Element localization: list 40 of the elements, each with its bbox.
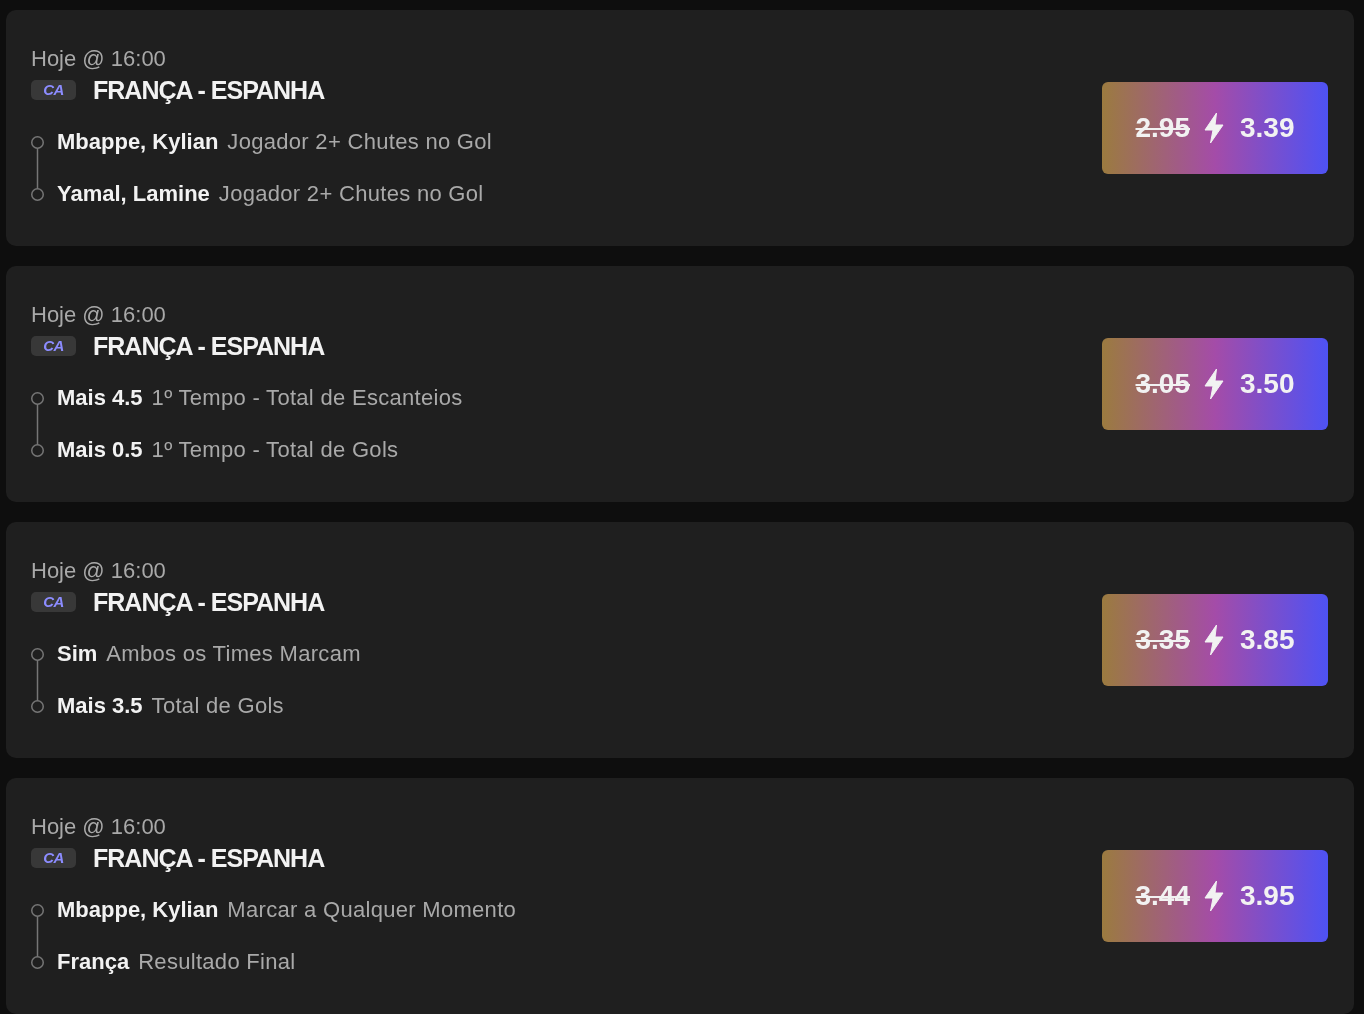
match-time: Hoje @ 16:00 bbox=[31, 47, 166, 71]
selection-text: Mais 4.5 bbox=[57, 384, 143, 412]
selection-text: França bbox=[57, 948, 130, 976]
market-text: 1º Tempo - Total de Escanteios bbox=[151, 384, 463, 412]
leg-timeline-icon bbox=[31, 135, 44, 201]
lightning-icon bbox=[1204, 113, 1224, 143]
competition-badge: CA bbox=[31, 80, 76, 100]
market-text: Jogador 2+ Chutes no Gol bbox=[227, 128, 492, 156]
selection-text: Mais 0.5 bbox=[57, 436, 143, 464]
competition-badge: CA bbox=[31, 336, 76, 356]
odds-button[interactable]: 2.95 3.39 bbox=[1102, 82, 1328, 174]
market-text: Jogador 2+ Chutes no Gol bbox=[218, 180, 484, 208]
odds-button[interactable]: 3.05 3.50 bbox=[1102, 338, 1328, 430]
selection-text: Mbappe, Kylian bbox=[57, 896, 219, 924]
leg-timeline-icon bbox=[31, 391, 44, 457]
odds-button[interactable]: 3.35 3.85 bbox=[1102, 594, 1328, 686]
selection-text: Sim bbox=[57, 640, 98, 668]
odds-button[interactable]: 3.44 3.95 bbox=[1102, 850, 1328, 942]
leg-timeline-icon bbox=[31, 903, 44, 969]
selection-text: Yamal, Lamine bbox=[57, 180, 210, 208]
market-text: Ambos os Times Marcam bbox=[106, 640, 361, 668]
match-title: FRANÇA - ESPANHA bbox=[93, 331, 325, 361]
market-text: Marcar a Qualquer Momento bbox=[227, 896, 517, 924]
market-text: Total de Gols bbox=[151, 692, 284, 720]
market-text: 1º Tempo - Total de Gols bbox=[151, 436, 399, 464]
lightning-icon bbox=[1204, 369, 1224, 399]
lightning-icon bbox=[1204, 881, 1224, 911]
market-text: Resultado Final bbox=[138, 948, 296, 976]
match-title: FRANÇA - ESPANHA bbox=[93, 843, 325, 873]
match-title: FRANÇA - ESPANHA bbox=[93, 75, 325, 105]
selection-text: Mbappe, Kylian bbox=[57, 128, 219, 156]
match-title: FRANÇA - ESPANHA bbox=[93, 587, 325, 617]
lightning-icon bbox=[1204, 625, 1224, 655]
match-time: Hoje @ 16:00 bbox=[31, 815, 166, 839]
match-time: Hoje @ 16:00 bbox=[31, 559, 166, 583]
competition-badge: CA bbox=[31, 592, 76, 612]
leg-timeline-icon bbox=[31, 647, 44, 713]
selection-text: Mais 3.5 bbox=[57, 692, 143, 720]
competition-badge: CA bbox=[31, 848, 76, 868]
match-time: Hoje @ 16:00 bbox=[31, 303, 166, 327]
